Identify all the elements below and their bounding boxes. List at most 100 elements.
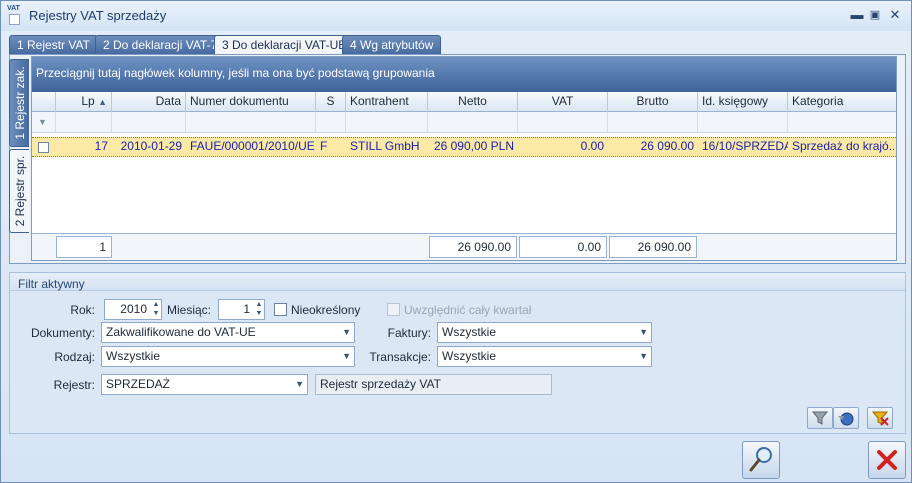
kwartal-checkbox[interactable] [387, 303, 400, 316]
header-lp[interactable]: Lp ▲ [56, 92, 112, 112]
filter-cell-lp[interactable] [56, 112, 112, 133]
filter-cell-kontrahent[interactable] [346, 112, 428, 133]
rok-label: Rok: [70, 303, 95, 317]
cell-id-ksiegowy: 16/10/SPRZEDAŻ [702, 139, 788, 153]
filter-panel-title: Filtr aktywny [10, 273, 905, 291]
window: VAT Rejestry VAT sprzedaży ▬ ▣ ✕ 1 Rejes… [0, 0, 912, 483]
filter-icon[interactable]: ▼ [38, 117, 47, 127]
filter-button[interactable] [807, 407, 833, 429]
close-button[interactable] [868, 441, 906, 479]
sort-asc-icon: ▲ [98, 97, 107, 107]
header-lp-label: Lp [81, 94, 95, 108]
cell-brutto: 26 090.00 [640, 139, 694, 153]
rejestr-dropdown[interactable]: SPRZEDAŻ ▼ [101, 374, 308, 395]
vat-app-icon: VAT [7, 5, 25, 25]
side-tab-rejestr-spr[interactable]: 2 Rejestr spr. [9, 149, 29, 233]
grid-footer: 1 26 090.00 0.00 26 090.00 [32, 233, 896, 260]
filter-cell-vat[interactable] [518, 112, 608, 133]
window-title: Rejestry VAT sprzedaży [29, 8, 167, 23]
side-tab-rejestr-zak[interactable]: 1 Rejestr zak. [9, 59, 29, 147]
dokumenty-label: Dokumenty: [30, 326, 95, 340]
rok-value: 2010 [120, 302, 147, 316]
spin-arrows-icon[interactable]: ▲ ▼ [151, 300, 161, 319]
footer-brutto: 26 090.00 [609, 236, 697, 258]
red-x-icon [877, 450, 897, 470]
miesiac-stepper[interactable]: 1 ▲ ▼ [218, 299, 265, 320]
transakcje-value: Wszystkie [442, 349, 496, 363]
chevron-down-icon: ▼ [342, 327, 351, 337]
header-vat[interactable]: VAT [518, 92, 608, 112]
miesiac-label: Miesiąc: [167, 303, 212, 317]
cell-netto: 26 090,00 PLN [433, 139, 514, 153]
rodzaj-dropdown[interactable]: Wszystkie ▼ [101, 346, 355, 367]
nieokreslony-checkbox[interactable] [274, 303, 287, 316]
miesiac-value: 1 [243, 302, 250, 316]
filter-sphere-icon [838, 412, 854, 426]
side-tab-label: 1 Rejestr zak. [12, 66, 27, 140]
faktury-label: Faktury: [387, 326, 431, 340]
spin-arrows-icon[interactable]: ▲ ▼ [254, 300, 264, 319]
header-brutto[interactable]: Brutto [608, 92, 698, 112]
dokumenty-value: Zakwalifikowane do VAT-UE [106, 325, 256, 339]
chevron-down-icon: ▼ [342, 351, 351, 361]
advanced-filter-button[interactable] [833, 407, 859, 429]
data-grid: Przeciągnij tutaj nagłówek kolumny, jeśl… [31, 56, 897, 261]
dokumenty-dropdown[interactable]: Zakwalifikowane do VAT-UE ▼ [101, 322, 355, 343]
cell-kontrahent: STILL GmbH [350, 139, 420, 153]
tab-do-deklaracji-vatue[interactable]: 3 Do deklaracji VAT-UE [214, 35, 355, 56]
header-select[interactable] [32, 92, 56, 112]
faktury-dropdown[interactable]: Wszystkie ▼ [437, 322, 652, 343]
header-kategoria[interactable]: Kategoria [788, 92, 896, 112]
header-data[interactable]: Data [112, 92, 186, 112]
header-numer-dokumentu[interactable]: Numer dokumentu [186, 92, 316, 112]
cell-vat: 0.00 [580, 139, 604, 153]
rejestr-label: Rejestr: [53, 378, 95, 392]
filter-cell-netto[interactable] [428, 112, 518, 133]
tab-rejestr-vat[interactable]: 1 Rejestr VAT [9, 35, 98, 55]
row-checkbox[interactable] [38, 142, 49, 153]
maximize-icon[interactable]: ▣ [867, 7, 883, 23]
rodzaj-value: Wszystkie [106, 349, 160, 363]
app-icon-text: VAT [7, 5, 20, 12]
filter-cell-id[interactable] [698, 112, 788, 133]
filter-cell-numer[interactable] [186, 112, 316, 133]
funnel-icon [811, 411, 829, 425]
cell-data: 2010-01-29 [120, 139, 182, 153]
clear-filter-button[interactable] [867, 407, 893, 429]
transakcje-label: Transakcje: [369, 350, 431, 364]
header-kontrahent[interactable]: Kontrahent [346, 92, 428, 112]
filter-cell-s[interactable] [316, 112, 346, 133]
rejestr-description: Rejestr sprzedaży VAT [315, 374, 552, 395]
faktury-value: Wszystkie [442, 325, 496, 339]
filter-cell-data[interactable] [112, 112, 186, 133]
minimize-icon[interactable]: ▬ [849, 7, 865, 23]
filter-cell-kategoria[interactable] [788, 112, 896, 133]
chevron-down-icon: ▼ [639, 351, 648, 361]
cell-lp: 17 [94, 139, 108, 153]
cell-kategoria: Sprzedaż do krajó... [792, 139, 894, 153]
footer-netto: 26 090.00 [429, 236, 517, 258]
close-icon[interactable]: ✕ [887, 7, 903, 23]
rodzaj-label: Rodzaj: [54, 350, 95, 364]
rejestr-value: SPRZEDAŻ [106, 377, 171, 391]
clear-filter-icon [871, 411, 889, 426]
transakcje-dropdown[interactable]: Wszystkie ▼ [437, 346, 652, 367]
header-id-ksiegowy[interactable]: Id. księgowy [698, 92, 788, 112]
tab-do-deklaracji-vat7[interactable]: 2 Do deklaracji VAT-7 [95, 35, 226, 55]
footer-vat: 0.00 [519, 236, 607, 258]
chevron-down-icon: ▼ [639, 327, 648, 337]
grid-header: Lp ▲ Data Numer dokumentu S Kontrahent N… [32, 92, 896, 112]
header-netto[interactable]: Netto [428, 92, 518, 112]
chevron-down-icon: ▼ [295, 379, 304, 389]
header-s[interactable]: S [316, 92, 346, 112]
filter-cell-brutto[interactable] [608, 112, 698, 133]
grid-filter-row: ▼ [32, 112, 896, 133]
group-by-panel[interactable]: Przeciągnij tutaj nagłówek kolumny, jeśl… [32, 57, 896, 92]
preview-button[interactable] [742, 441, 780, 479]
table-row[interactable]: 17 2010-01-29 FAUE/000001/2010/UE F STIL… [32, 137, 896, 157]
nieokreslony-label: Nieokreślony [291, 303, 361, 317]
cell-s: F [320, 139, 328, 153]
side-tab-label: 2 Rejestr spr. [12, 155, 27, 227]
tab-wg-atrybutow[interactable]: 4 Wg atrybutów [342, 35, 442, 55]
rok-stepper[interactable]: 2010 ▲ ▼ [104, 299, 162, 320]
